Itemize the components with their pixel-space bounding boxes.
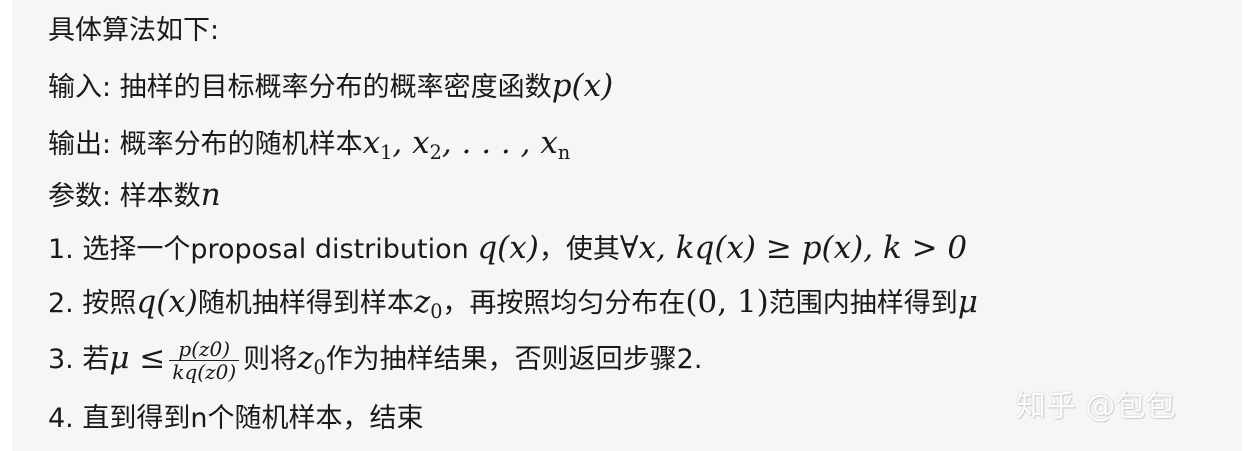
step3-math-mu: μ ≤ [109, 340, 166, 376]
step4-line: 4. 直到得到n个随机样本，结束 [48, 394, 423, 444]
fraction-numerator: p(z0) [169, 338, 240, 361]
step2-mid1: 随机抽样得到样本 [197, 288, 414, 319]
step3-suffix: 作为抽样结果，否则返回步骤2. [325, 344, 703, 375]
params-line: 参数: 样本数n [48, 170, 221, 220]
params-label: 参数: 样本数 [48, 181, 201, 212]
input-label: 输入: 抽样的目标概率分布的概率密度函数 [48, 72, 552, 103]
input-math: p(x) [551, 68, 614, 104]
step2-math-q: q(x) [136, 284, 198, 320]
step3-mid: 则将 [243, 344, 298, 375]
output-math: x1, x2, . . . , xn [362, 125, 571, 164]
step1-mid: ，使其 [538, 234, 620, 265]
step3-prefix: 3. 若 [48, 344, 110, 375]
input-line: 输入: 抽样的目标概率分布的概率密度函数p(x) [48, 61, 613, 111]
fraction-denominator: kq(z0) [172, 360, 237, 384]
step3-line: 3. 若μ ≤ p(z0) kq(z0) 则将z0作为抽样结果，否则返回步骤2. [48, 333, 702, 383]
step2-mid2: ，再按照均匀分布在 [442, 288, 686, 319]
step4-text: 4. 直到得到n个随机样本，结束 [48, 403, 424, 434]
output-line: 输出: 概率分布的随机样本x1, x2, . . . , xn [48, 118, 570, 168]
intro-line: 具体算法如下: [48, 6, 219, 56]
step2-mid3: 范围内抽样得到 [768, 288, 958, 319]
step3-fraction: p(z0) kq(z0) [169, 338, 240, 384]
step2-math-z: z0 [413, 284, 443, 323]
watermark: 知乎 @包包 [1016, 389, 1176, 424]
step1-line: 1. 选择一个proposal distribution q(x)，使其∀x, … [48, 223, 967, 273]
step1-text: 1. 选择一个proposal distribution [48, 234, 478, 265]
step2-math-interval: (0, 1) [685, 284, 769, 320]
step1-math-q: q(x) [477, 230, 539, 266]
step2-line: 2. 按照q(x)随机抽样得到样本z0，再按照均匀分布在(0, 1)范围内抽样得… [48, 277, 978, 327]
step1-math-condition: ∀x, kq(x) ≥ p(x), k > 0 [619, 230, 968, 266]
intro-text: 具体算法如下: [48, 15, 220, 46]
params-math: n [200, 177, 221, 213]
step3-math-z: z0 [297, 340, 326, 379]
step2-prefix: 2. 按照 [48, 288, 137, 319]
output-label: 输出: 概率分布的随机样本 [48, 129, 363, 160]
step2-math-mu: μ [957, 284, 978, 320]
